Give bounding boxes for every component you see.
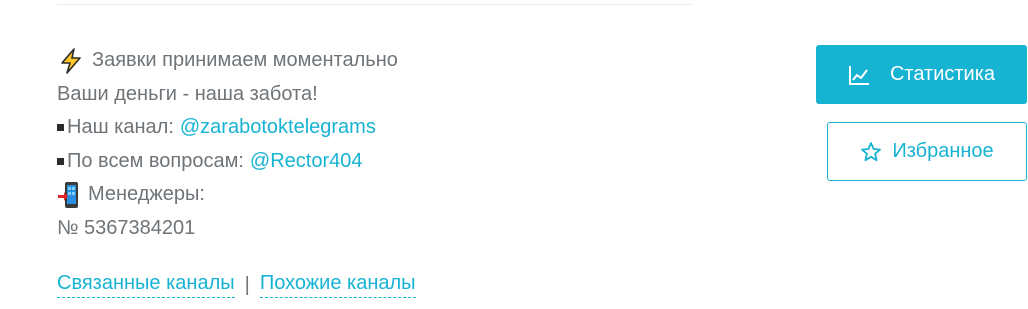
- description-text: Ваши деньги - наша забота!: [57, 82, 318, 105]
- description-line-5: Менеджеры:: [57, 178, 757, 212]
- description-line-6: № 5367384201: [57, 212, 757, 246]
- description-text: Менеджеры:: [88, 183, 205, 205]
- channel-description: Заявки принимаем моментально Ваши деньги…: [57, 44, 757, 245]
- contact-link[interactable]: @Rector404: [250, 145, 363, 179]
- description-text: По всем вопросам:: [67, 149, 244, 172]
- description-text: № 5367384201: [57, 216, 196, 239]
- related-channels-link[interactable]: Связанные каналы: [57, 272, 235, 298]
- description-text: Наш канал:: [67, 116, 174, 138]
- star-outline-icon: [861, 141, 882, 161]
- line-chart-icon: [848, 65, 869, 85]
- phone-with-arrow-icon: [58, 181, 78, 208]
- description-line-4: По всем вопросам: @Rector404: [57, 145, 757, 179]
- description-line-1: Заявки принимаем моментально: [57, 44, 757, 78]
- description-line-3: Наш канал: @zarabotoktelegrams: [57, 111, 757, 145]
- statistics-button-label: Статистика: [889, 63, 996, 85]
- favorite-button-label: Избранное: [892, 140, 994, 162]
- square-bullet-icon: [57, 157, 64, 165]
- similar-channels-link[interactable]: Похожие каналы: [259, 272, 416, 298]
- description-text: Заявки принимаем моментально: [92, 49, 398, 71]
- links-separator: |: [244, 273, 250, 296]
- channel-info-page: Заявки принимаем моментально Ваши деньги…: [0, 0, 1028, 309]
- favorite-button[interactable]: Избранное: [827, 122, 1027, 181]
- top-divider: [57, 4, 692, 5]
- square-bullet-icon: [57, 124, 64, 132]
- statistics-button[interactable]: Статистика: [816, 45, 1027, 104]
- channel-link[interactable]: @zarabotoktelegrams: [180, 111, 376, 145]
- related-links: Связанные каналы | Похожие каналы: [57, 272, 416, 298]
- description-line-2: Ваши деньги - наша забота!: [57, 78, 757, 112]
- lightning-icon: [61, 47, 81, 74]
